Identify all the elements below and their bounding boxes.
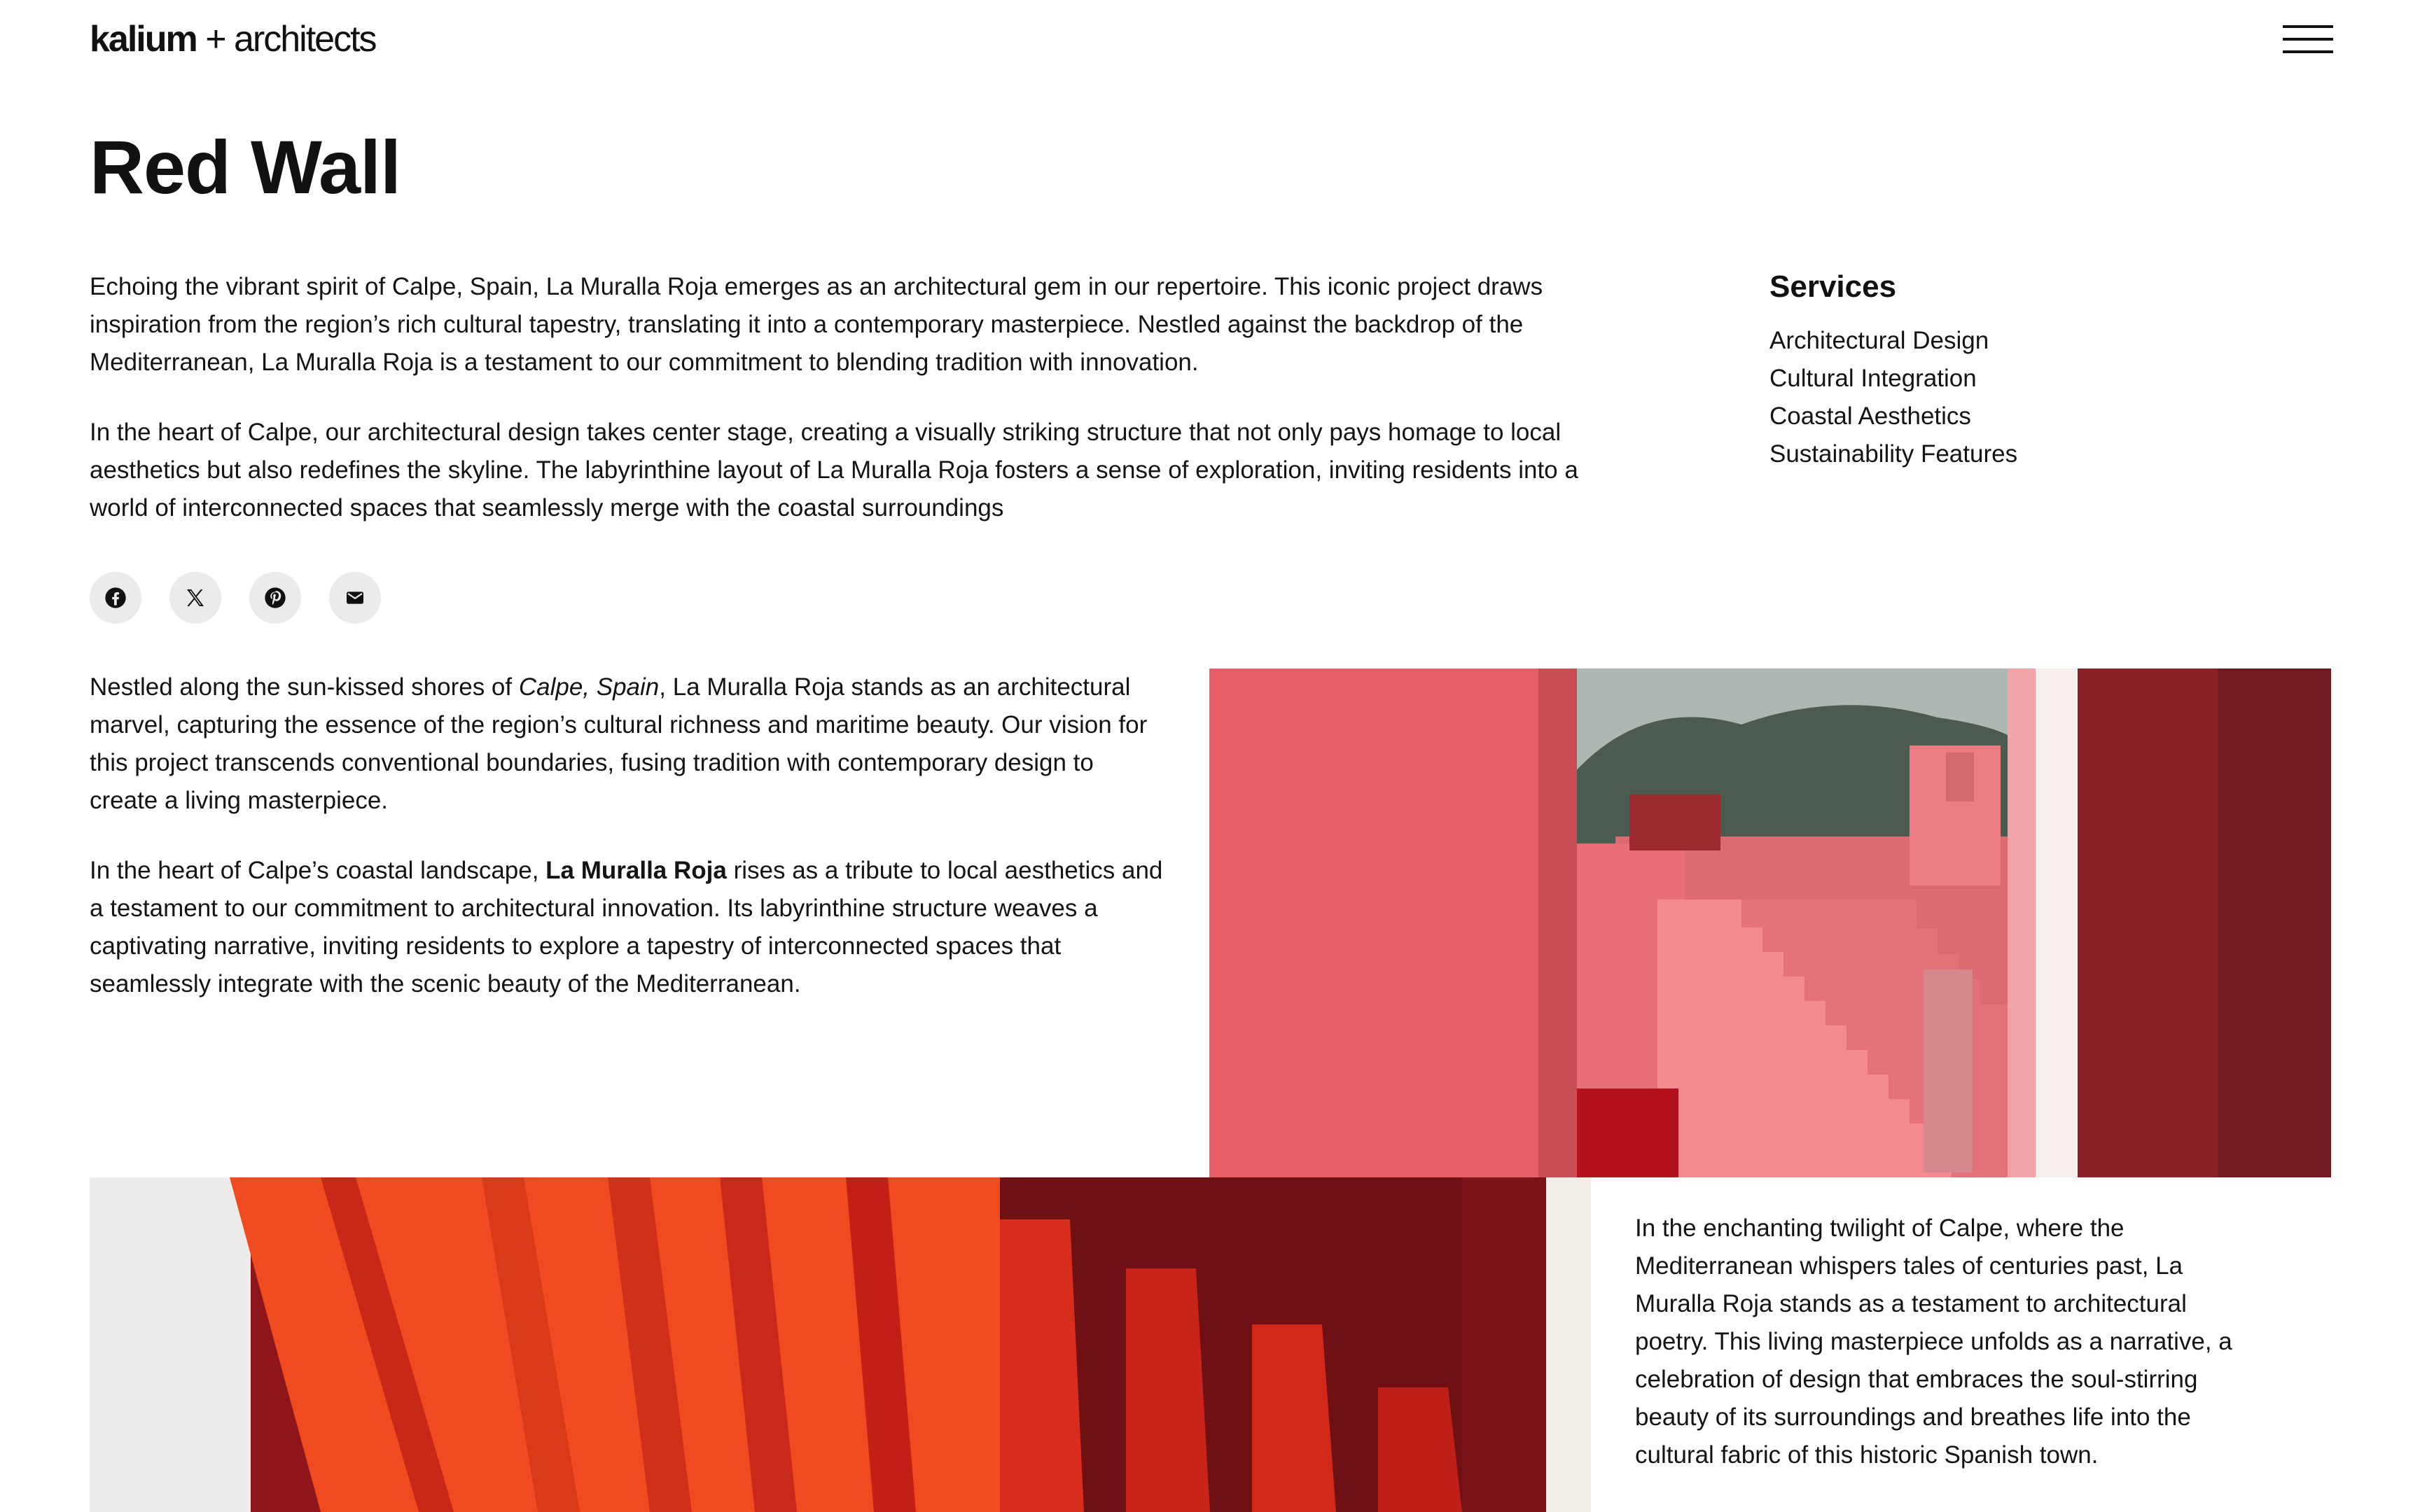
email-icon: [347, 592, 363, 604]
description-paragraph-2: In the heart of Calpe’s coastal landscap…: [90, 852, 1168, 1003]
project-description: Nestled along the sun-kissed shores of C…: [90, 668, 1168, 1003]
description-paragraph-1: Nestled along the sun-kissed shores of C…: [90, 668, 1168, 820]
site-logo[interactable]: kalium + architects: [90, 18, 377, 60]
share-buttons: [90, 572, 381, 624]
x-twitter-icon: [187, 589, 204, 606]
x-share-button[interactable]: [169, 572, 221, 624]
text-run: In the heart of Calpe’s coastal landscap…: [90, 857, 546, 884]
intro-paragraph-1: Echoing the vibrant spirit of Calpe, Spa…: [90, 273, 1543, 376]
page: kalium + architects Red Wall Echoing the…: [0, 0, 2420, 1512]
menu-line: [2283, 38, 2333, 41]
pinterest-share-button[interactable]: [249, 572, 301, 624]
service-item: Architectural Design: [1769, 327, 1989, 354]
pink-staircase-photo: [1209, 668, 2331, 1177]
service-item: Sustainability Features: [1769, 440, 2018, 468]
gallery-image-pink-staircase[interactable]: [1209, 668, 2331, 1177]
logo-brand: kalium: [90, 19, 198, 59]
services-list: Architectural Design Cultural Integratio…: [1769, 322, 2162, 473]
pinterest-icon: [265, 587, 286, 608]
intro-paragraph-2: In the heart of Calpe, our architectural…: [90, 419, 1578, 522]
text-run: Nestled along the sun-kissed shores of: [90, 673, 519, 701]
project-title: Red Wall: [90, 125, 401, 209]
image-caption: In the enchanting twilight of Calpe, whe…: [1635, 1214, 2232, 1469]
project-name-strong: La Muralla Roja: [545, 857, 727, 884]
services-panel: Services Architectural Design Cultural I…: [1769, 266, 2162, 473]
red-columns-photo: [90, 1177, 1591, 1512]
service-item: Cultural Integration: [1769, 365, 1977, 392]
project-intro: Echoing the vibrant spirit of Calpe, Spa…: [90, 268, 1602, 527]
hamburger-menu-icon[interactable]: [2283, 25, 2333, 53]
email-share-button[interactable]: [329, 572, 381, 624]
facebook-icon: [105, 587, 126, 608]
facebook-share-button[interactable]: [90, 572, 141, 624]
gallery-image-red-columns[interactable]: [90, 1177, 1591, 1512]
menu-line: [2283, 25, 2333, 28]
menu-line: [2283, 50, 2333, 53]
service-item: Coastal Aesthetics: [1769, 402, 1971, 430]
location-emphasis: Calpe, Spain: [518, 673, 660, 701]
services-heading: Services: [1769, 270, 1897, 304]
logo-separator: +: [205, 19, 226, 59]
logo-suffix: architects: [234, 19, 377, 59]
